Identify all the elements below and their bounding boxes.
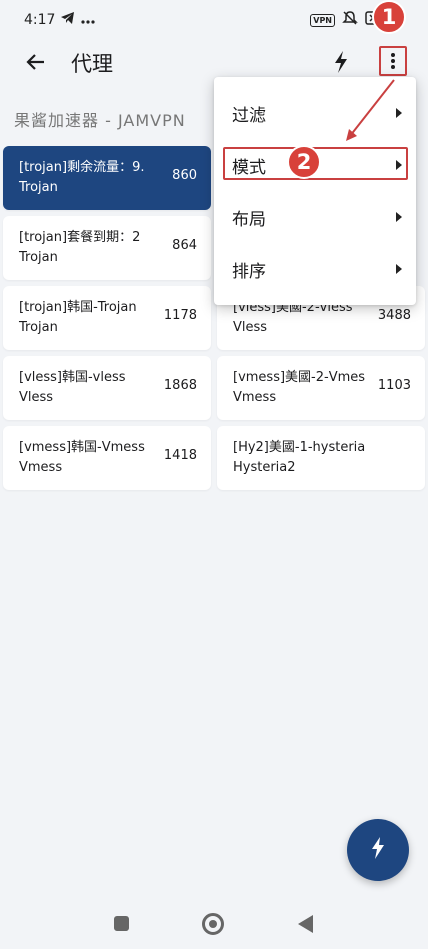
- proxy-type: Trojan: [19, 180, 58, 195]
- page-title: 代理: [71, 52, 113, 76]
- proxy-type: Hysteria2: [233, 460, 296, 475]
- step-badge-1: 1: [372, 0, 406, 34]
- proxy-card[interactable]: [vless]韩国-vless Vless 1868: [3, 356, 211, 420]
- speed-test-fab[interactable]: [347, 819, 409, 881]
- status-bar: 4:17 VPN: [0, 0, 428, 40]
- proxy-card[interactable]: [trojan]剩余流量：9. Trojan 860: [3, 146, 211, 210]
- menu-item-label: 布局: [232, 209, 266, 230]
- proxy-latency: 1418: [163, 448, 197, 463]
- submenu-arrow-icon: [396, 212, 402, 222]
- menu-item-layout[interactable]: 布局: [214, 191, 416, 243]
- proxy-card[interactable]: [vmess]韩国-Vmess Vmess 1418: [3, 426, 211, 490]
- proxy-latency: 860: [172, 168, 197, 183]
- proxy-card[interactable]: [vmess]美國-2-Vmes Vmess 1103: [217, 356, 425, 420]
- submenu-arrow-icon: [396, 108, 402, 118]
- proxy-card[interactable]: [trojan]套餐到期：2 Trojan 864: [3, 216, 211, 280]
- proxy-latency: 1868: [163, 378, 197, 393]
- bolt-icon: [369, 836, 387, 864]
- submenu-arrow-icon: [396, 264, 402, 274]
- proxy-name: [vmess]韩国-Vmess: [19, 440, 145, 455]
- telegram-icon: [61, 12, 75, 28]
- menu-item-filter[interactable]: 过滤: [214, 87, 416, 139]
- overflow-menu: 过滤 模式 布局 排序: [214, 77, 416, 305]
- proxy-latency: 1103: [377, 378, 411, 393]
- proxy-latency: 3488: [377, 308, 411, 323]
- back-arrow-icon[interactable]: [24, 50, 48, 74]
- proxy-name: [vmess]美國-2-Vmes: [233, 370, 366, 385]
- system-nav-bar: [0, 900, 428, 949]
- proxy-name: [trojan]剩余流量：9.: [19, 160, 145, 175]
- proxy-name: [Hy2]美國-1-hysteria: [233, 440, 366, 455]
- proxy-card[interactable]: [Hy2]美國-1-hysteria Hysteria2: [217, 426, 425, 490]
- menu-item-label: 排序: [232, 261, 266, 282]
- proxy-name: [trojan]套餐到期：2: [19, 230, 141, 245]
- bolt-icon[interactable]: [330, 49, 352, 75]
- proxy-latency: 864: [172, 238, 197, 253]
- more-vert-icon[interactable]: [379, 46, 407, 76]
- mute-icon: [342, 10, 358, 30]
- proxy-name: [trojan]韩国-Trojan: [19, 300, 137, 315]
- proxy-name: [vless]韩国-vless: [19, 370, 126, 385]
- step-badge-2: 2: [287, 145, 321, 179]
- menu-item-label: 过滤: [232, 105, 266, 126]
- group-header[interactable]: 果酱加速器 - JAMVPN: [14, 107, 186, 131]
- recents-icon[interactable]: [114, 916, 129, 931]
- proxy-card[interactable]: [trojan]韩国-Trojan Trojan 1178: [3, 286, 211, 350]
- more-dots-icon: [81, 12, 96, 28]
- status-time: 4:17: [24, 12, 56, 28]
- back-icon[interactable]: [298, 915, 313, 933]
- proxy-type: Trojan: [19, 250, 58, 265]
- home-icon[interactable]: [202, 913, 224, 935]
- menu-item-sort[interactable]: 排序: [214, 243, 416, 295]
- proxy-latency: 1178: [163, 308, 197, 323]
- vpn-icon: VPN: [310, 13, 335, 27]
